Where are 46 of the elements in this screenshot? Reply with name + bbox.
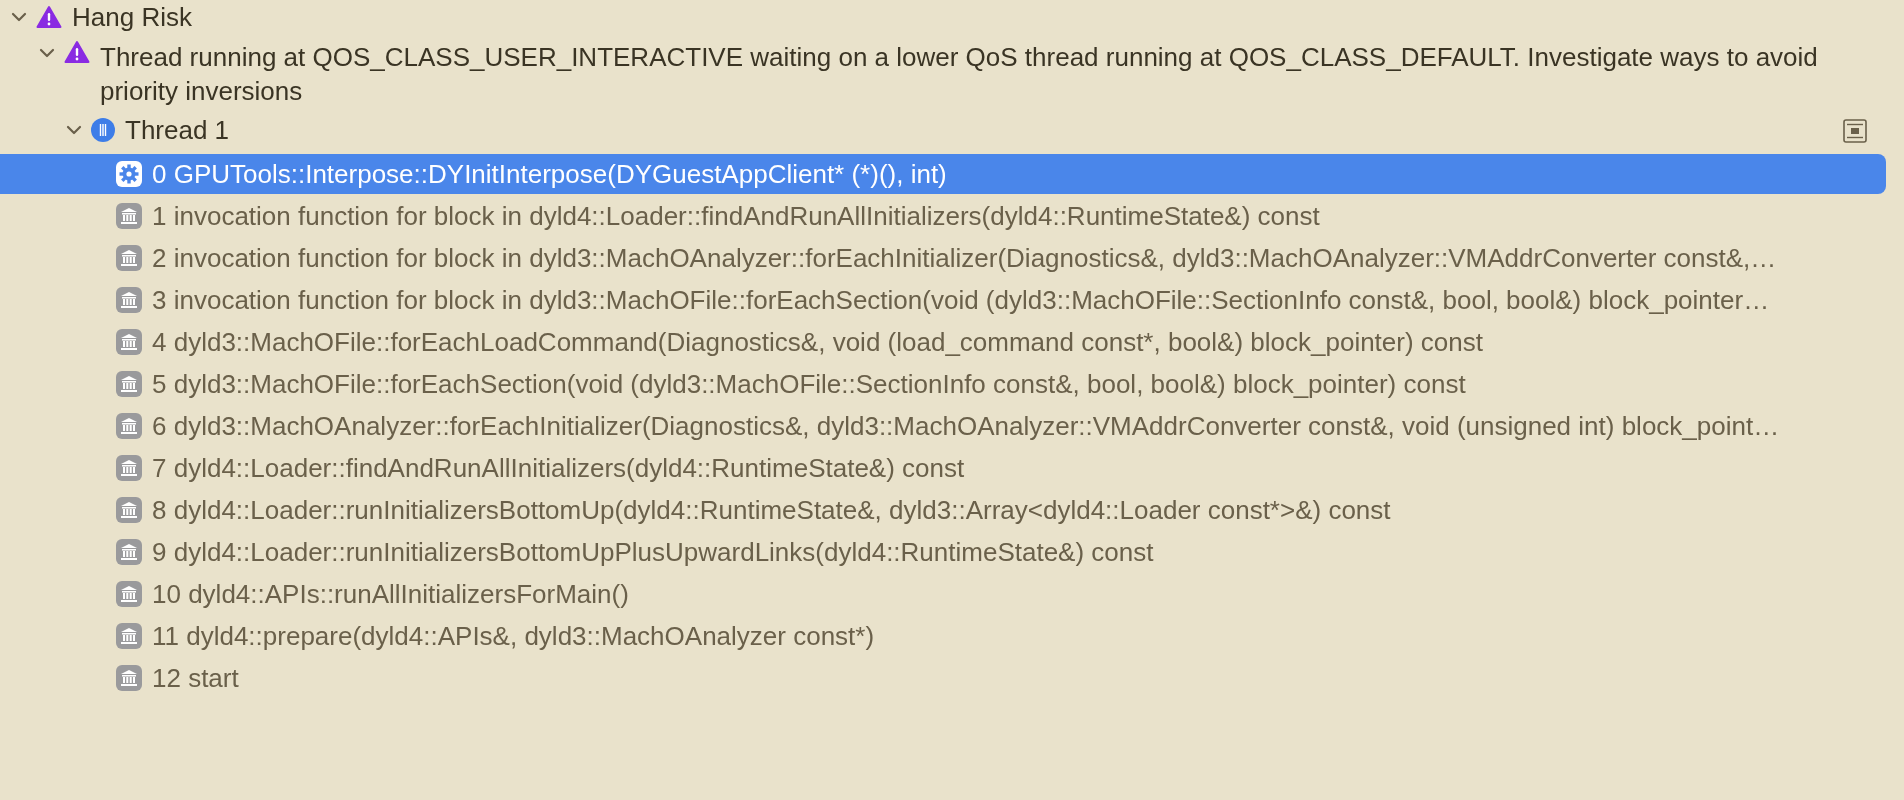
stack-frame-row[interactable]: 9 dyld4::Loader::runInitializersBottomUpPlusUpwardLinks(dyld4::RuntimeState&) const [0, 532, 1886, 572]
building-icon [116, 413, 142, 439]
thread-title: Thread 1 [125, 114, 230, 146]
building-icon [116, 287, 142, 313]
warning-icon [64, 40, 90, 64]
issue-title: Hang Risk [72, 1, 192, 34]
frame-label: 2 invocation function for block in dyld3::MachOAnalyzer::forEachInitializer(Diagnostics&, dyld3::MachOAnalyzer::VMAddrConverter const&,… [152, 242, 1777, 274]
gear-icon [116, 161, 142, 187]
frame-label: 10 dyld4::APIs::runAllInitializersForMain() [152, 578, 629, 610]
building-icon [116, 371, 142, 397]
building-icon [116, 497, 142, 523]
frame-label: 4 dyld3::MachOFile::forEachLoadCommand(Diagnostics&, void (load_command const*, bool&) block_pointer) const [152, 326, 1483, 358]
frame-label: 3 invocation function for block in dyld3::MachOFile::forEachSection(void (dyld3::MachOFile::SectionInfo const&, bool, bool&) block_pointer… [152, 284, 1770, 316]
stack-frame-row[interactable]: 8 dyld4::Loader::runInitializersBottomUp(dyld4::RuntimeState&, dyld3::Array<dyld4::Loader const*>&) const [0, 490, 1886, 530]
building-icon [116, 245, 142, 271]
panel-icon[interactable] [1842, 118, 1868, 144]
frame-label: 1 invocation function for block in dyld4::Loader::findAndRunAllInitializers(dyld4::RuntimeState&) const [152, 200, 1320, 232]
stack-frame-row[interactable]: 6 dyld3::MachOAnalyzer::forEachInitializer(Diagnostics&, dyld3::MachOAnalyzer::VMAddrConverter const&, void (unsigned int) block_point… [0, 406, 1886, 446]
frame-label: 7 dyld4::Loader::findAndRunAllInitializers(dyld4::RuntimeState&) const [152, 452, 965, 484]
building-icon [116, 539, 142, 565]
building-icon [116, 329, 142, 355]
stack-frame-row[interactable]: 11 dyld4::prepare(dyld4::APIs&, dyld3::MachOAnalyzer const*) [0, 616, 1886, 656]
frame-label: 0 GPUTools::Interpose::DYInitInterpose(DYGuestAppClient* (*)(), int) [152, 158, 947, 190]
thread-icon [91, 118, 115, 142]
stack-frame-row[interactable]: 1 invocation function for block in dyld4::Loader::findAndRunAllInitializers(dyld4::RuntimeState&) const [0, 196, 1886, 236]
frame-label: 5 dyld3::MachOFile::forEachSection(void (dyld3::MachOFile::SectionInfo const&, bool, bool&) block_pointer) const [152, 368, 1466, 400]
stack-frame-row[interactable]: 4 dyld3::MachOFile::forEachLoadCommand(Diagnostics&, void (load_command const*, bool&) block_pointer) const [0, 322, 1886, 362]
stack-frame-row[interactable]: 7 dyld4::Loader::findAndRunAllInitializers(dyld4::RuntimeState&) const [0, 448, 1886, 488]
stack-frame-row[interactable]: 12 start [0, 658, 1886, 698]
building-icon [116, 623, 142, 649]
stack-frame-row[interactable]: 2 invocation function for block in dyld3::MachOAnalyzer::forEachInitializer(Diagnostics&, dyld3::MachOAnalyzer::VMAddrConverter const&,… [0, 238, 1886, 278]
frame-label: 8 dyld4::Loader::runInitializersBottomUp(dyld4::RuntimeState&, dyld3::Array<dyld4::Loader const*>&) const [152, 494, 1391, 526]
frame-label: 9 dyld4::Loader::runInitializersBottomUpPlusUpwardLinks(dyld4::RuntimeState&) const [152, 536, 1154, 568]
stack-frame-row[interactable]: 0 GPUTools::Interpose::DYInitInterpose(DYGuestAppClient* (*)(), int) [0, 154, 1886, 194]
stack-frame-row[interactable]: 3 invocation function for block in dyld3::MachOFile::forEachSection(void (dyld3::MachOFile::SectionInfo const&, bool, bool&) block_pointer… [0, 280, 1886, 320]
building-icon [116, 203, 142, 229]
issue-description: Thread running at QOS_CLASS_USER_INTERACTIVE waiting on a lower QoS thread running at QOS_CLASS_DEFAULT. Investigate ways to avoid priority inversions [100, 41, 1819, 108]
frame-label: 6 dyld3::MachOAnalyzer::forEachInitializer(Diagnostics&, dyld3::MachOAnalyzer::VMAddrConverter const&, void (unsigned int) block_point… [152, 410, 1780, 442]
building-icon [116, 665, 142, 691]
building-icon [116, 581, 142, 607]
stack-frame-row[interactable]: 5 dyld3::MachOFile::forEachSection(void (dyld3::MachOFile::SectionInfo const&, bool, bool&) block_pointer) const [0, 364, 1886, 404]
warning-icon [36, 5, 62, 29]
stack-frame-row[interactable]: 10 dyld4::APIs::runAllInitializersForMain() [0, 574, 1886, 614]
frame-label: 11 dyld4::prepare(dyld4::APIs&, dyld3::MachOAnalyzer const*) [152, 620, 875, 652]
building-icon [116, 455, 142, 481]
frame-label: 12 start [152, 662, 239, 694]
